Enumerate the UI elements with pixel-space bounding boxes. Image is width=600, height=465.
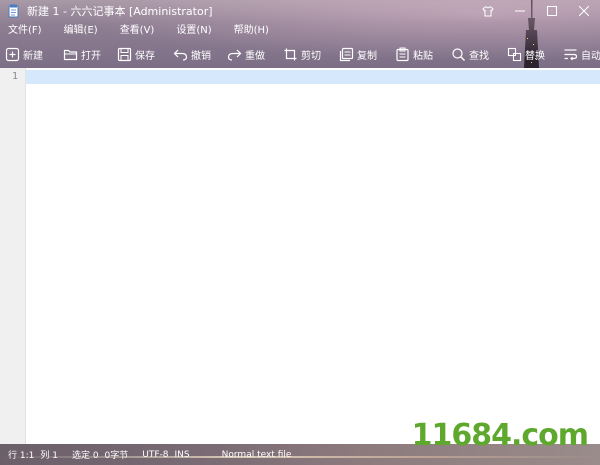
new-file-icon bbox=[5, 47, 20, 61]
status-position: 行 1:1 bbox=[8, 451, 35, 461]
paste-button[interactable]: 粘贴 bbox=[390, 43, 437, 65]
notepad-app-icon bbox=[8, 4, 19, 18]
menu-bar: 文件(F) 编辑(E) 查看(V) 设置(N) 帮助(H) bbox=[0, 22, 283, 40]
status-file-type: Normal text file bbox=[221, 449, 292, 460]
undo-button[interactable]: 撤销 bbox=[168, 43, 215, 65]
shirt-icon bbox=[482, 6, 494, 16]
toolbar: 新建 打开 保存 撤销 重做 剪切 复制 粘贴 查找 替换 自动 bbox=[0, 42, 600, 66]
undo-button-label: 撤销 bbox=[191, 50, 211, 62]
menu-file[interactable]: 文件(F) bbox=[0, 22, 50, 40]
search-icon bbox=[452, 47, 465, 61]
menu-view[interactable]: 查看(V) bbox=[112, 22, 163, 40]
status-column: 列 1 bbox=[40, 451, 58, 461]
find-button-label: 查找 bbox=[469, 50, 489, 62]
word-wrap-button-label: 自动换行 bbox=[581, 50, 600, 62]
window-title: 新建 1 - 六六记事本 [Administrator] bbox=[27, 5, 213, 18]
status-encoding[interactable]: UTF-8 bbox=[142, 450, 168, 460]
window-controls bbox=[472, 0, 600, 22]
maximize-button[interactable] bbox=[536, 0, 568, 22]
folder-open-icon bbox=[63, 49, 78, 60]
redo-button[interactable]: 重做 bbox=[222, 43, 269, 65]
editor-area: 1 bbox=[0, 68, 600, 444]
replace-button[interactable]: 替换 bbox=[502, 43, 549, 65]
minimize-button[interactable] bbox=[504, 0, 536, 22]
watermark: 11684.com bbox=[411, 418, 589, 453]
cut-button-label: 剪切 bbox=[301, 50, 321, 62]
menu-edit[interactable]: 编辑(E) bbox=[56, 22, 106, 40]
status-bytes: 0字节 bbox=[104, 451, 129, 461]
paste-icon bbox=[396, 47, 409, 61]
status-selection: 选定 0 bbox=[71, 451, 99, 461]
cut-icon bbox=[284, 48, 297, 60]
word-wrap-button[interactable]: 自动换行 bbox=[558, 43, 600, 65]
maximize-icon bbox=[547, 6, 557, 16]
replace-icon bbox=[507, 47, 522, 61]
save-button-label: 保存 bbox=[135, 50, 155, 62]
line-number: 1 bbox=[11, 71, 18, 82]
save-button[interactable]: 保存 bbox=[112, 43, 159, 65]
word-wrap-icon bbox=[564, 48, 578, 60]
paste-button-label: 粘贴 bbox=[413, 50, 433, 62]
new-button[interactable]: 新建 bbox=[0, 43, 47, 65]
copy-button[interactable]: 复制 bbox=[334, 43, 381, 65]
replace-button-label: 替换 bbox=[525, 50, 545, 62]
skin-button[interactable] bbox=[472, 0, 504, 22]
menu-help[interactable]: 帮助(H) bbox=[226, 22, 277, 40]
open-button-label: 打开 bbox=[81, 50, 101, 62]
new-button-label: 新建 bbox=[23, 50, 43, 62]
close-button[interactable] bbox=[568, 0, 600, 22]
cut-button[interactable]: 剪切 bbox=[278, 43, 325, 65]
redo-icon bbox=[227, 49, 242, 61]
copy-button-label: 复制 bbox=[357, 50, 377, 62]
copy-icon bbox=[339, 47, 354, 61]
find-button[interactable]: 查找 bbox=[446, 43, 493, 65]
status-insert-mode: INS bbox=[174, 449, 190, 460]
minimize-icon bbox=[515, 10, 525, 12]
title-bar[interactable]: 新建 1 - 六六记事本 [Administrator] bbox=[0, 0, 600, 22]
notepad-window: 新建 1 - 六六记事本 [Administrator] 文件(F) 编辑(E)… bbox=[0, 0, 600, 465]
save-icon bbox=[117, 47, 132, 61]
open-button[interactable]: 打开 bbox=[58, 43, 105, 65]
line-number-gutter: 1 bbox=[0, 68, 26, 444]
text-editor[interactable] bbox=[26, 68, 600, 444]
redo-button-label: 重做 bbox=[245, 50, 265, 62]
menu-settings[interactable]: 设置(N) bbox=[168, 22, 219, 40]
close-icon bbox=[579, 6, 589, 16]
undo-icon bbox=[173, 49, 188, 61]
